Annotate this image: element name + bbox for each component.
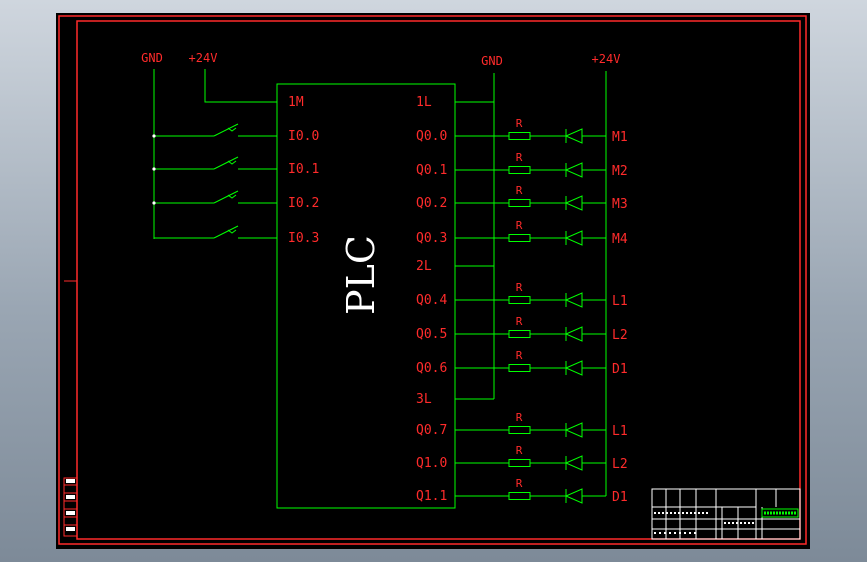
resistor-label: R [516,219,523,232]
resistor-label: R [516,151,523,164]
output-terminal-label: Q1.1 [416,489,447,504]
resistor [508,426,531,434]
load-label: D1 [612,490,628,505]
output-terminal-label: Q0.4 [416,293,447,308]
resistor-label: R [516,411,523,424]
resistor-label: R [516,315,523,328]
output-row: Q0.4 R L1 [416,281,628,309]
diode-icon [564,455,583,471]
drawing-sheet: PLC GND +24V 1M I0.0 I0.1 I0.2 I0.3 GND +24… [56,13,810,549]
output-row: Q1.1 R D1 [416,477,628,505]
input-terminal-label: I0.0 [288,129,319,144]
load-label: L2 [612,457,628,472]
junction-dot [152,134,156,138]
resistor-label: R [516,281,523,294]
right-gnd-label: GND [481,54,503,68]
output-row: Q0.7 R L1 [416,411,628,439]
diode-icon [564,128,583,144]
diode-icon [564,162,583,178]
resistor-label: R [516,117,523,130]
left-supply-wiring [153,69,277,239]
common-terminal-label: 2L [416,259,432,274]
left-24v-label: +24V [189,51,218,65]
diode-icon [564,422,583,438]
output-terminal-label: Q1.0 [416,456,447,471]
resistor [508,330,531,338]
load-label: L1 [612,294,628,309]
output-row: Q1.0 R L2 [416,444,628,472]
resistor [508,364,531,372]
resistor-label: R [516,184,523,197]
output-row: Q0.3 R M4 [416,219,628,247]
output-row: Q0.0 R M1 [416,117,628,145]
common-terminal-label: 3L [416,392,432,407]
diode-icon [564,292,583,308]
input-terminal-label: I0.1 [288,162,319,177]
resistor [508,199,531,207]
resistor-label: R [516,349,523,362]
switch-contact [213,156,239,170]
output-terminal-label: Q0.5 [416,327,447,342]
switch-actuator [227,127,237,132]
load-label: M2 [612,164,628,179]
resistor-label: R [516,477,523,490]
load-label: D1 [612,362,628,377]
input-terminal-label: I0.3 [288,231,319,246]
load-label: M4 [612,232,628,247]
common-terminal-label: 1L [416,95,432,110]
plc-label: PLC [339,235,383,315]
diode-icon [564,195,583,211]
input-terminal-label: I0.2 [288,196,319,211]
right-supply-wiring [493,71,607,496]
load-label: L2 [612,328,628,343]
output-row: Q0.2 R M3 [416,184,628,212]
load-label: M1 [612,130,628,145]
diode-icon [564,360,583,376]
junction-dot [152,201,156,205]
load-label: M3 [612,197,628,212]
diode-icon [564,230,583,246]
schematic-canvas: PLC GND +24V 1M I0.0 I0.1 I0.2 I0.3 GND +24… [58,15,807,545]
resistor [508,132,531,140]
output-terminal-label: Q0.1 [416,163,447,178]
output-rows: Q0.0 R M1 Q0.1 R M2 Q0.2 R M3 Q0.3 R M4 Q0.4 R L1 Q0.5 R… [416,117,628,505]
output-row: Q0.6 R D1 [416,349,628,377]
junction-dot [152,167,156,171]
input-rows: I0.0 I0.1 I0.2 I0.3 [152,123,319,246]
right-24v-label: +24V [592,52,621,66]
input-common-label: 1M [288,95,304,110]
resistor [508,296,531,304]
output-row: Q0.5 R L2 [416,315,628,343]
output-terminal-label: Q0.3 [416,231,447,246]
diode-icon [564,326,583,342]
margin-stamp [63,477,78,537]
output-terminal-label: Q0.6 [416,361,447,376]
output-row: Q0.1 R M2 [416,151,628,179]
load-label: L1 [612,424,628,439]
input-row: I0.2 [152,190,319,211]
input-row: I0.0 [152,123,319,144]
switch-contact [213,225,239,239]
input-row: I0.1 [152,156,319,177]
input-row: I0.3 [154,225,319,246]
switch-contact [213,190,239,204]
resistor [508,166,531,174]
title-block [651,488,801,540]
switch-actuator [227,229,237,234]
output-terminal-label: Q0.0 [416,129,447,144]
switch-actuator [227,194,237,199]
resistor-label: R [516,444,523,457]
output-terminal-label: Q0.7 [416,423,447,438]
diode-icon [564,488,583,504]
resistor [508,492,531,500]
resistor [508,234,531,242]
switch-contact [213,123,239,137]
resistor [508,459,531,467]
output-terminal-label: Q0.2 [416,196,447,211]
left-gnd-label: GND [141,51,163,65]
switch-actuator [227,160,237,165]
